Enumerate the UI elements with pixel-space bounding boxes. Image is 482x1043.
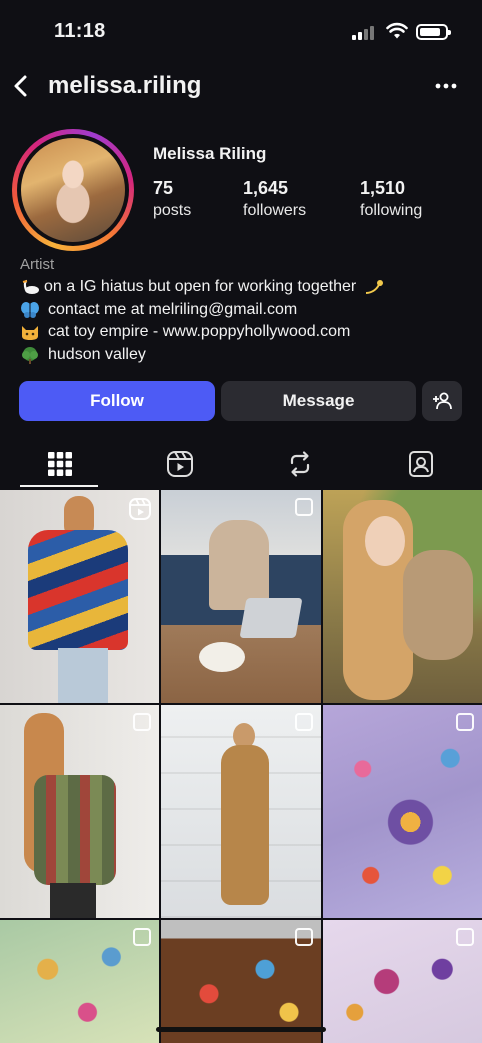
- tab-posts-grid[interactable]: [0, 440, 120, 488]
- add-person-icon: [433, 392, 452, 410]
- followers-label: followers: [243, 202, 307, 219]
- followers-count: 1,645: [243, 178, 289, 198]
- reels-icon: [167, 451, 193, 477]
- post-thumbnail[interactable]: [0, 705, 159, 918]
- bio-line: contact me at melriling@gmail.com: [20, 299, 470, 322]
- cellular-signal-icon: [352, 24, 376, 40]
- following-label: following: [360, 202, 423, 219]
- post-thumbnail[interactable]: [323, 705, 482, 918]
- post-thumbnail[interactable]: [0, 490, 159, 703]
- post-thumbnail[interactable]: [323, 490, 482, 703]
- tree-emoji-icon: [22, 346, 38, 364]
- carousel-icon: [133, 928, 151, 946]
- posts-grid: [0, 490, 482, 1043]
- profile-category: Artist: [20, 256, 55, 273]
- grid-icon: [48, 452, 72, 476]
- carousel-icon: [295, 713, 313, 731]
- follow-button[interactable]: Follow: [19, 381, 215, 421]
- status-time: 11:18: [54, 20, 106, 42]
- following-stat[interactable]: 1,510 following: [360, 178, 422, 220]
- tab-reels[interactable]: [120, 440, 240, 488]
- suggested-users-button[interactable]: [422, 381, 462, 421]
- post-thumbnail[interactable]: [161, 705, 321, 918]
- posts-label: posts: [153, 202, 192, 219]
- post-thumbnail[interactable]: [0, 920, 159, 1043]
- status-bar: 11:18: [0, 0, 482, 62]
- back-arrow-icon[interactable]: [8, 70, 36, 102]
- reposts-icon: [290, 451, 310, 477]
- active-tab-indicator: [20, 485, 98, 487]
- carousel-icon: [295, 928, 313, 946]
- post-thumbnail[interactable]: [323, 920, 482, 1043]
- display-name: Melissa Riling: [153, 144, 267, 163]
- wifi-icon: [386, 22, 408, 39]
- carousel-icon: [295, 498, 313, 516]
- butterfly-emoji-icon: [21, 301, 39, 318]
- bio-line: on a IG hiatus but open for working toge…: [20, 276, 470, 299]
- carousel-icon: [456, 713, 474, 731]
- carousel-icon: [456, 928, 474, 946]
- posts-count: 75: [153, 178, 174, 198]
- following-count: 1,510: [360, 178, 406, 198]
- cat-emoji-icon: [22, 326, 38, 341]
- bio: Artist on a IG hiatus but open for worki…: [20, 256, 470, 366]
- tab-tagged[interactable]: [361, 440, 481, 488]
- content-tabs: [0, 440, 482, 488]
- message-button[interactable]: Message: [221, 381, 416, 421]
- posts-stat[interactable]: 75 posts: [153, 178, 191, 220]
- battery-icon: [416, 24, 451, 40]
- reel-icon: [129, 498, 151, 520]
- dizzy-emoji-icon: [366, 280, 384, 295]
- home-indicator[interactable]: [156, 1027, 326, 1032]
- tagged-icon: [409, 451, 433, 477]
- post-thumbnail[interactable]: [161, 920, 321, 1043]
- tab-reposts[interactable]: [240, 440, 360, 488]
- more-options-icon[interactable]: [432, 74, 460, 98]
- bio-line: cat toy empire - www.poppyhollywood.com: [20, 321, 470, 344]
- profile-header: melissa.riling: [0, 62, 482, 110]
- followers-stat[interactable]: 1,645 followers: [243, 178, 306, 220]
- avatar[interactable]: [21, 138, 125, 242]
- swan-emoji-icon: [22, 280, 39, 295]
- story-ring[interactable]: [12, 129, 134, 251]
- carousel-icon: [133, 713, 151, 731]
- profile-username: melissa.riling: [48, 72, 202, 99]
- bio-line: hudson valley: [20, 344, 470, 367]
- post-thumbnail[interactable]: [161, 490, 321, 703]
